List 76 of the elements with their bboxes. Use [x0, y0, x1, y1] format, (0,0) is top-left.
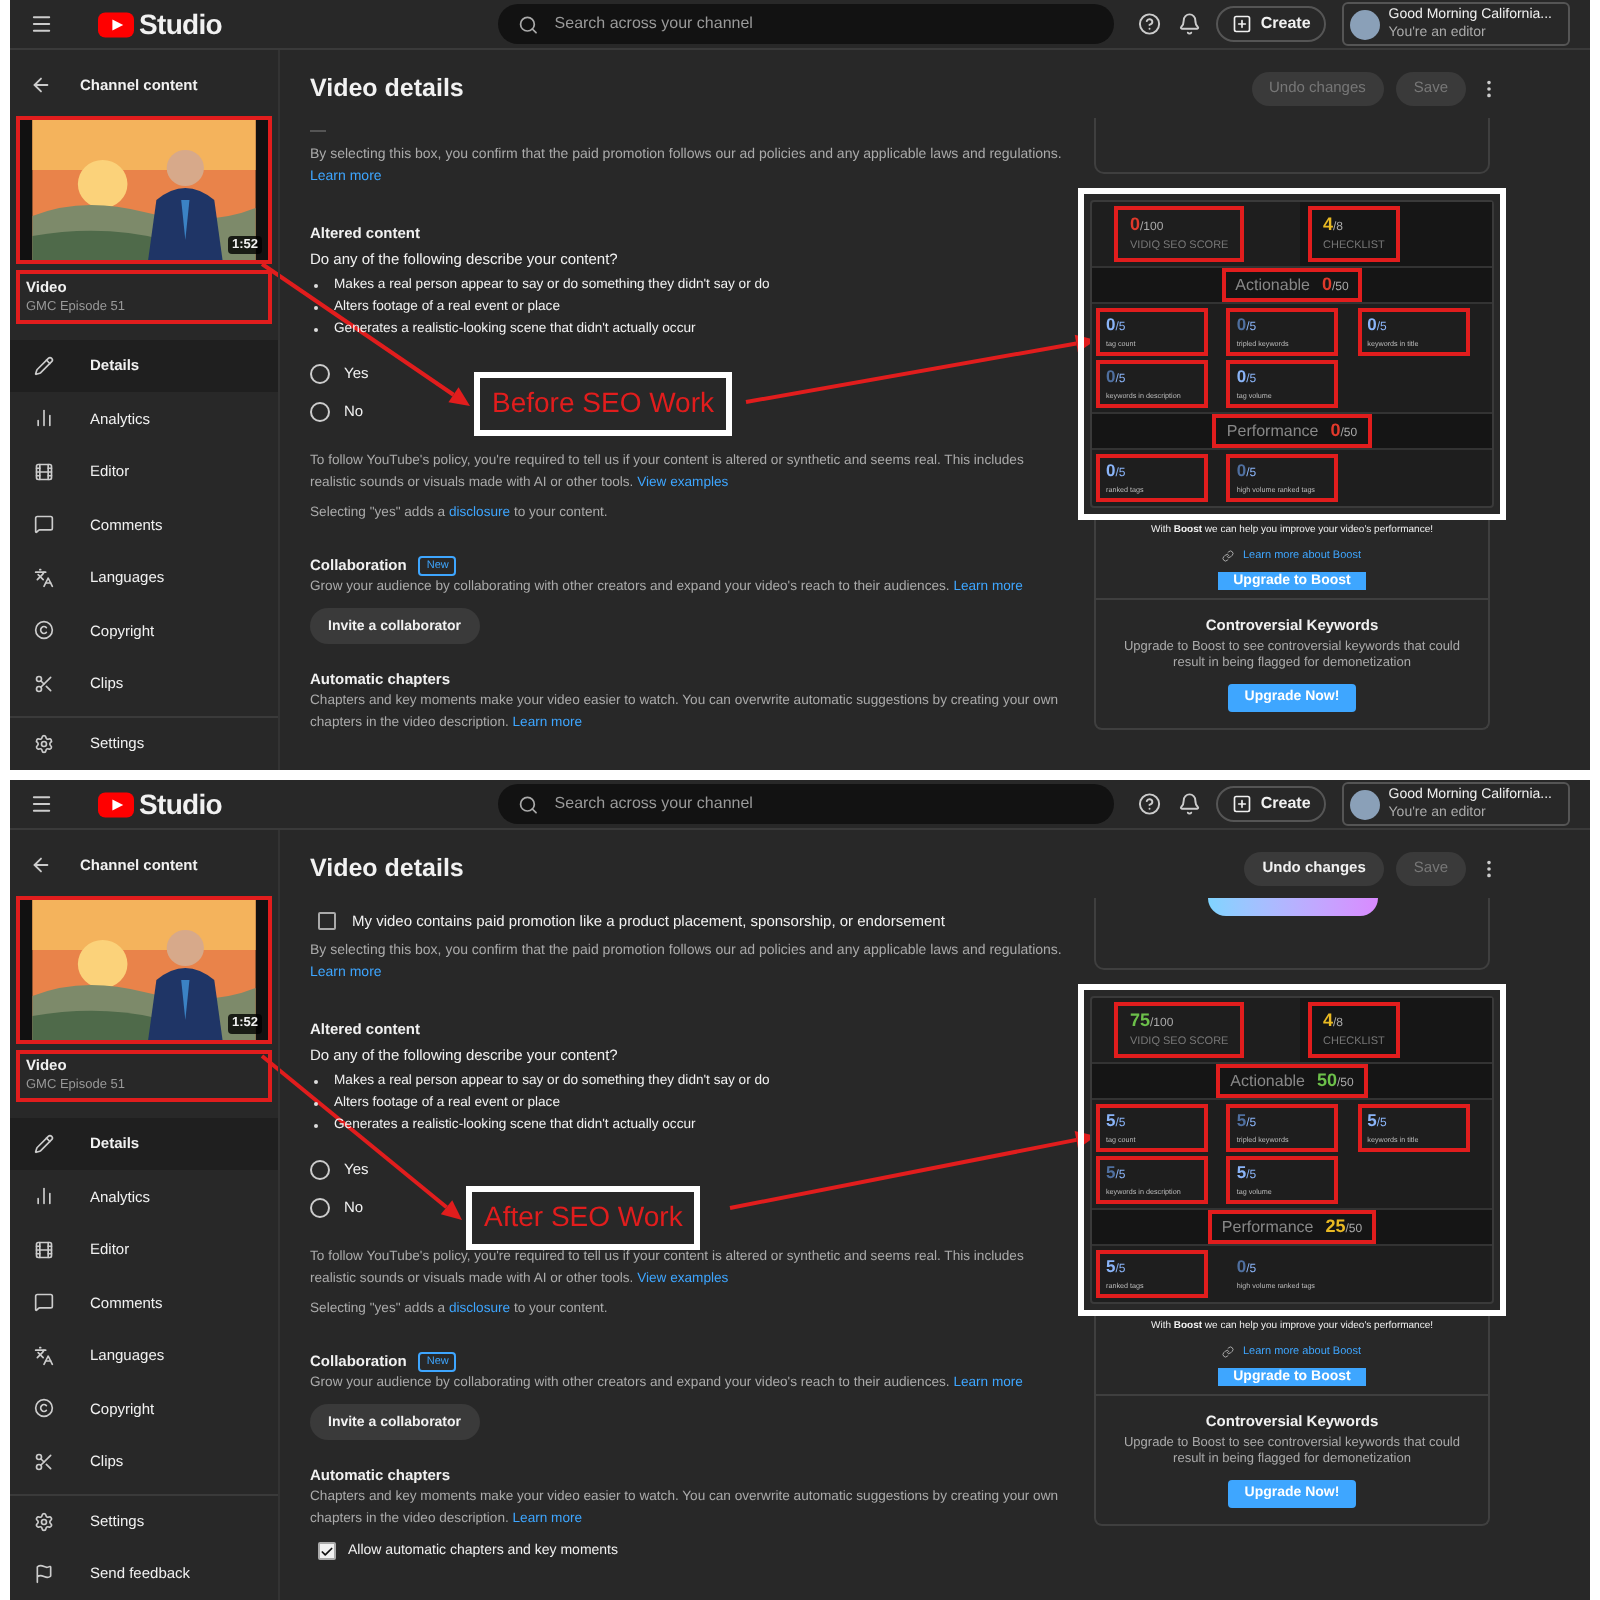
metric-value: 0 [1236, 366, 1247, 386]
help-icon[interactable] [1138, 792, 1162, 816]
scissors-icon [34, 673, 54, 694]
search-field[interactable]: Search across your channel [554, 792, 1095, 816]
metric-value: 5 [1236, 1162, 1247, 1182]
play-logo-icon [97, 11, 134, 37]
logo-text: Studio [139, 785, 222, 823]
back-arrow-icon[interactable] [30, 74, 52, 97]
plus-icon [1232, 14, 1253, 34]
metric-value: 5 [1236, 1110, 1247, 1130]
copyright-icon [34, 1398, 54, 1419]
section-name: Performance [1221, 1215, 1314, 1239]
link-icon [1222, 1345, 1235, 1358]
comment-icon [34, 1292, 54, 1313]
search-field[interactable]: Search across your channel [554, 12, 1095, 36]
film-icon [34, 1239, 54, 1260]
logo-text: Studio [139, 5, 222, 43]
metric-value: 5 [1106, 1162, 1116, 1182]
search-icon [517, 13, 539, 35]
checkbox[interactable] [318, 912, 336, 930]
score-value: 0 [1130, 214, 1141, 234]
search-bar[interactable]: Search across your channel [497, 4, 1115, 44]
link-icon [1222, 549, 1235, 562]
section-name: Actionable [1230, 1069, 1305, 1093]
search-bar[interactable]: Search across your channel [497, 784, 1115, 824]
page-title: Video details [310, 851, 464, 886]
section-value: 25 [1325, 1215, 1346, 1236]
section-value: 0 [1330, 419, 1341, 440]
pencil-icon [34, 355, 54, 376]
annotation-text: Before SEO Work [492, 386, 715, 418]
bell-icon[interactable] [1177, 792, 1201, 816]
metric-value: 0 [1236, 460, 1247, 480]
settings-icon [34, 734, 54, 754]
section-value: 50 [1317, 1069, 1338, 1090]
metric-value: 5 [1367, 1110, 1377, 1130]
metric-value: 5 [1106, 1256, 1116, 1276]
settings-icon [34, 1512, 54, 1532]
scissors-icon [34, 1451, 54, 1472]
bell-icon[interactable] [1177, 12, 1201, 36]
menu-icon[interactable] [30, 792, 54, 816]
page-title: Video details [310, 71, 464, 106]
plus-icon [1232, 794, 1253, 814]
section-value: 0 [1322, 273, 1333, 294]
metric-value: 0 [1106, 366, 1116, 386]
flag-icon [34, 1564, 54, 1584]
checkbox[interactable] [318, 1542, 336, 1560]
score-value: 75 [1130, 1010, 1151, 1030]
score-value: 4 [1323, 214, 1334, 234]
translate-icon [34, 1345, 54, 1366]
play-logo-icon [97, 791, 134, 817]
score-value: 4 [1323, 1010, 1334, 1030]
pencil-icon [34, 1133, 54, 1154]
create-button[interactable]: Create [1216, 786, 1327, 822]
create-button[interactable]: Create [1216, 6, 1327, 42]
bar-chart-icon [34, 408, 54, 429]
metric-value: 5 [1106, 1110, 1116, 1130]
help-icon[interactable] [1138, 12, 1162, 36]
avatar [1350, 9, 1381, 39]
copyright-icon [34, 620, 54, 641]
metric-value: 0 [1106, 314, 1116, 334]
section-name: Performance [1226, 419, 1319, 443]
gradient-button[interactable] [1207, 898, 1377, 916]
menu-icon[interactable] [30, 12, 54, 36]
film-icon [34, 461, 54, 482]
section-name: Actionable [1235, 273, 1310, 297]
metric-value: 0 [1236, 314, 1247, 334]
metric-value: 0 [1367, 314, 1377, 334]
avatar [1350, 789, 1381, 819]
search-icon [517, 793, 539, 815]
metric-value: 0 [1106, 460, 1116, 480]
bar-chart-icon [34, 1186, 54, 1207]
translate-icon [34, 567, 54, 588]
back-arrow-icon[interactable] [30, 853, 52, 876]
annotation-text: After SEO Work [484, 1200, 683, 1232]
comment-icon [34, 514, 54, 535]
metric-value: 0 [1236, 1256, 1247, 1276]
